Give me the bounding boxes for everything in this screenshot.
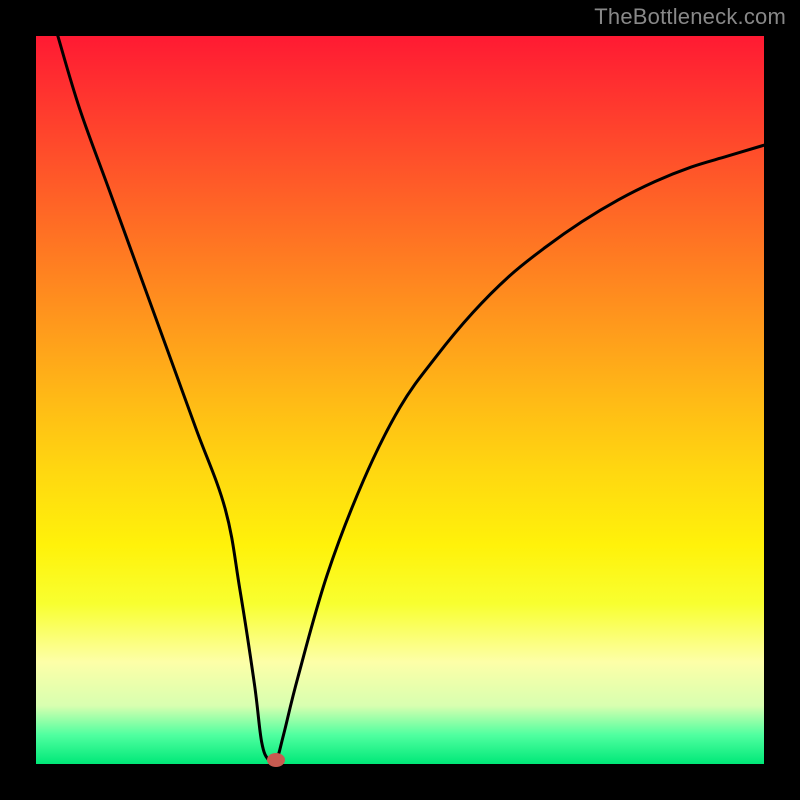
- chart-frame: TheBottleneck.com: [0, 0, 800, 800]
- curve-svg: [36, 36, 764, 764]
- optimum-marker: [267, 753, 285, 767]
- watermark-text: TheBottleneck.com: [594, 4, 786, 30]
- plot-area: [36, 36, 764, 764]
- bottleneck-curve: [58, 36, 764, 763]
